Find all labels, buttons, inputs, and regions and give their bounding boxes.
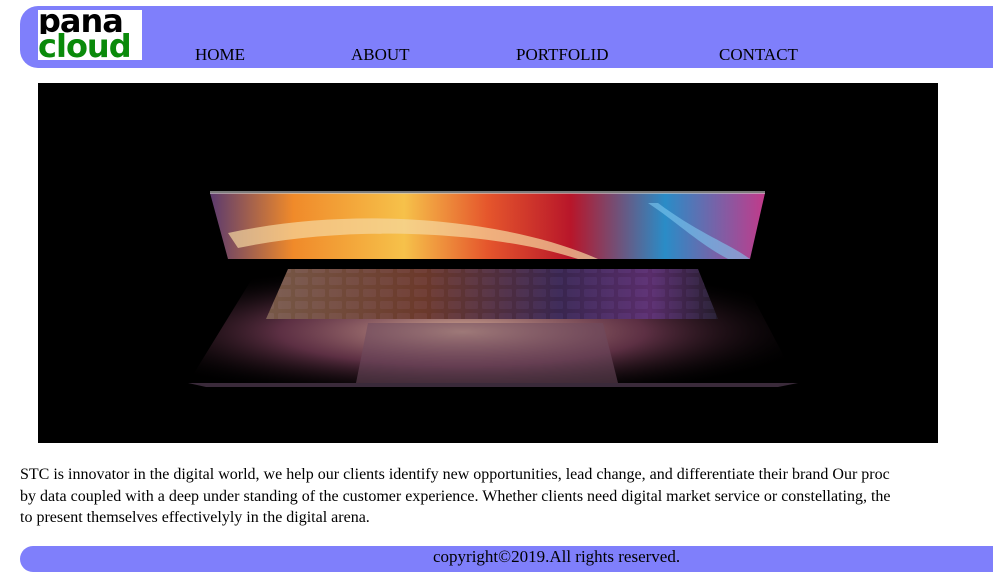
laptop-photo	[38, 83, 938, 443]
footer-bar: copyright©2019.All rights reserved.	[20, 546, 993, 572]
site-logo[interactable]: pana cloud	[38, 10, 142, 60]
nav-home[interactable]: HOME	[195, 45, 245, 65]
about-text: STC is innovator in the digital world, w…	[20, 464, 993, 529]
nav-portfolio[interactable]: PORTFOLID	[516, 45, 609, 65]
logo-word-top: pana	[38, 10, 124, 34]
nav-contact[interactable]: CONTACT	[719, 45, 798, 65]
header-bar: pana cloud HOME ABOUT PORTFOLID CONTACT	[20, 6, 993, 68]
about-line: by data coupled with a deep under standi…	[20, 487, 891, 505]
hero-image	[38, 83, 938, 443]
laptop-trackpad	[356, 323, 618, 383]
logo-word-bottom: cloud	[38, 33, 132, 59]
about-line: STC is innovator in the digital world, w…	[20, 466, 890, 483]
nav-about[interactable]: ABOUT	[351, 45, 410, 65]
copyright-text: copyright©2019.All rights reserved.	[433, 547, 681, 566]
about-line: to present themselves effectivelyly in t…	[20, 509, 370, 526]
